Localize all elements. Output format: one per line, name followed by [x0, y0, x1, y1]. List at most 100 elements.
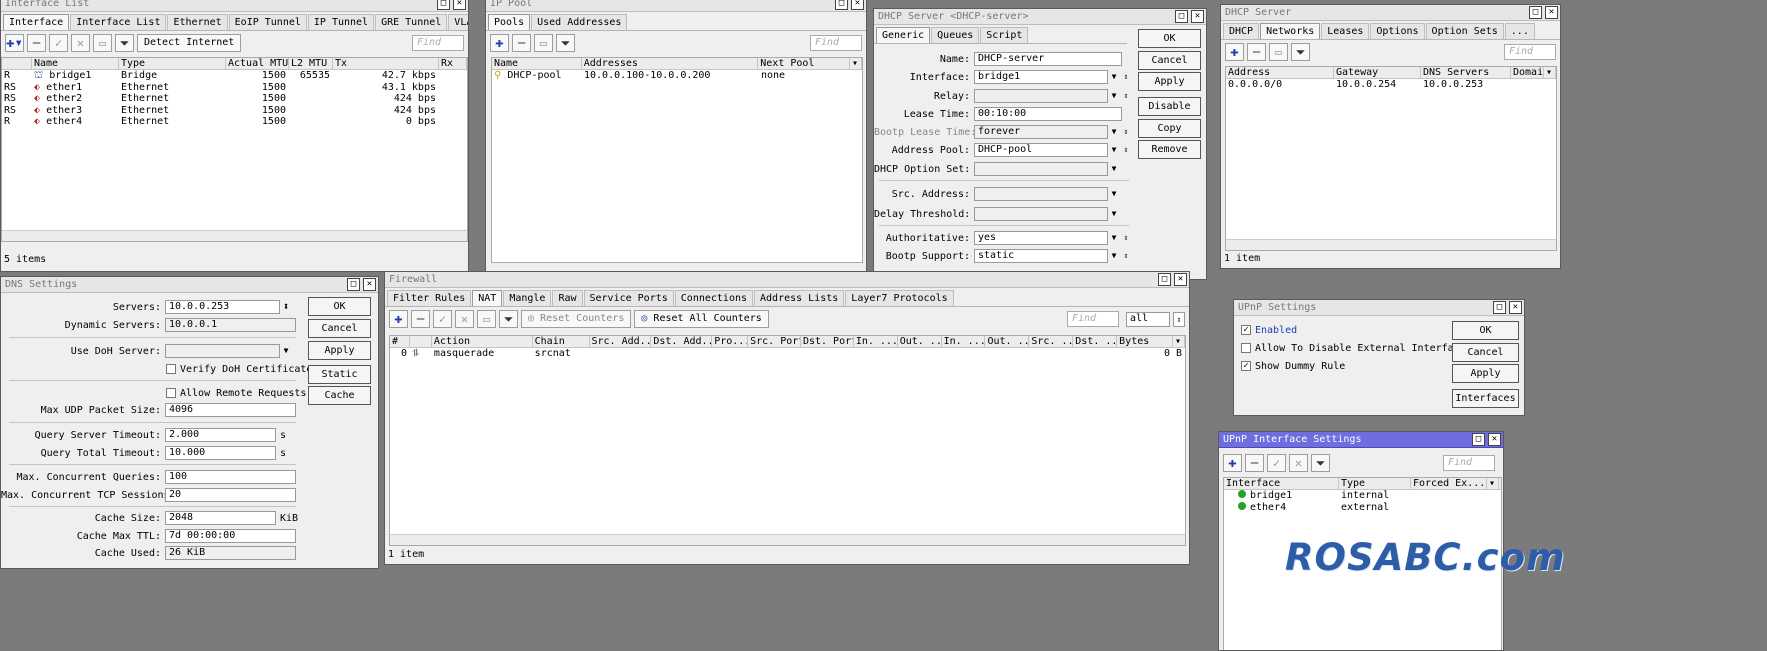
- col-flag[interactable]: [410, 336, 432, 347]
- close-icon[interactable]: ✕: [1174, 273, 1187, 286]
- disable-button[interactable]: ✕: [1289, 454, 1308, 472]
- disable-button[interactable]: ✕: [71, 34, 90, 52]
- dropdown-icon[interactable]: ▼: [1108, 162, 1120, 176]
- col-dst-port[interactable]: Dst. Port: [801, 336, 854, 347]
- add-button[interactable]: ✚: [389, 310, 408, 328]
- col-bytes[interactable]: Bytes: [1117, 336, 1174, 347]
- tab-script[interactable]: Script: [980, 27, 1029, 43]
- col-action[interactable]: Action: [432, 336, 533, 347]
- firewall-titlebar[interactable]: Firewall □ ✕: [385, 272, 1189, 288]
- apply-button[interactable]: Apply: [1452, 364, 1519, 383]
- src-address-field[interactable]: [974, 187, 1108, 201]
- close-icon[interactable]: ✕: [1488, 433, 1501, 446]
- dns-titlebar[interactable]: DNS Settings □ ✕: [1, 277, 378, 293]
- updown-icon[interactable]: ⇕: [1120, 125, 1132, 139]
- tab-queues[interactable]: Queues: [931, 27, 980, 43]
- find-input[interactable]: Find: [412, 35, 464, 51]
- tab-leases[interactable]: Leases: [1321, 23, 1370, 39]
- dropdown-icon[interactable]: ⇕: [1173, 311, 1185, 327]
- dhcp-server-titlebar[interactable]: DHCP Server □ ✕: [1221, 5, 1560, 21]
- tab-connections[interactable]: Connections: [674, 290, 754, 306]
- table-row[interactable]: bridge1 internal: [1224, 490, 1501, 502]
- tab-service-ports[interactable]: Service Ports: [583, 290, 674, 306]
- apply-button[interactable]: Apply: [1138, 72, 1201, 91]
- col-flag[interactable]: [2, 58, 32, 69]
- col-name[interactable]: Name: [492, 58, 582, 69]
- col-src-address[interactable]: Src. Add...: [590, 336, 652, 347]
- query-total-timeout-field[interactable]: 10.000: [165, 446, 276, 460]
- col-chain[interactable]: Chain: [533, 336, 590, 347]
- filter-icon[interactable]: ⏷: [556, 34, 575, 52]
- dropdown-icon[interactable]: ▼: [1108, 89, 1120, 103]
- maximize-icon[interactable]: □: [1175, 10, 1188, 23]
- maximize-icon[interactable]: □: [1529, 6, 1542, 19]
- updown-icon[interactable]: ⇕: [1120, 70, 1132, 84]
- tab-eoip[interactable]: EoIP Tunnel: [228, 14, 307, 30]
- dropdown-icon[interactable]: ▼: [1108, 143, 1120, 157]
- maximize-icon[interactable]: □: [835, 0, 848, 10]
- col-name[interactable]: Name: [32, 58, 119, 69]
- maximize-icon[interactable]: □: [437, 0, 450, 10]
- tab-mangle[interactable]: Mangle: [503, 290, 552, 306]
- servers-field[interactable]: 10.0.0.253: [165, 300, 280, 314]
- add-button[interactable]: ✚: [1225, 43, 1244, 61]
- updown-icon[interactable]: ⇕: [1120, 231, 1132, 245]
- bootp-support-select[interactable]: static: [974, 249, 1108, 263]
- cancel-button[interactable]: Cancel: [1138, 51, 1201, 70]
- col-menu[interactable]: ▾: [1487, 478, 1499, 489]
- filter-icon[interactable]: ⏷: [1291, 43, 1310, 61]
- delay-threshold-field[interactable]: [974, 207, 1108, 221]
- authoritative-select[interactable]: yes: [974, 231, 1108, 245]
- col-forced-ext[interactable]: Forced Ex...: [1411, 478, 1487, 489]
- table-row[interactable]: 0.0.0.0/0 10.0.0.254 10.0.0.253: [1226, 79, 1556, 91]
- table-row[interactable]: RS ⬖ ether2 Ethernet 1500 424 bps: [2, 93, 467, 105]
- col-rx[interactable]: Rx: [439, 58, 467, 69]
- remove-button[interactable]: ━: [1245, 454, 1264, 472]
- maximize-icon[interactable]: □: [347, 278, 360, 291]
- interface-list-titlebar[interactable]: Interface List □ ✕: [1, 0, 468, 12]
- remove-button[interactable]: ━: [1247, 43, 1266, 61]
- interfaces-button[interactable]: Interfaces: [1452, 389, 1519, 408]
- comment-button[interactable]: ▭: [93, 34, 112, 52]
- max-tcp-sessions-field[interactable]: 20: [165, 488, 296, 502]
- find-input[interactable]: Find: [1443, 455, 1495, 471]
- col-in-iface[interactable]: In. ...: [854, 336, 898, 347]
- table-row[interactable]: ether4 external: [1224, 501, 1501, 514]
- detect-internet-button[interactable]: Detect Internet: [137, 34, 242, 52]
- static-button[interactable]: Static: [308, 365, 371, 384]
- tab-ip-tunnel[interactable]: IP Tunnel: [307, 14, 375, 30]
- add-button[interactable]: ✚▾: [5, 34, 24, 52]
- find-input[interactable]: Find: [810, 35, 862, 51]
- horizontal-scrollbar[interactable]: [1226, 239, 1556, 250]
- close-icon[interactable]: ✕: [1191, 10, 1204, 23]
- filter-icon[interactable]: ⏷: [1311, 454, 1330, 472]
- close-icon[interactable]: ✕: [363, 278, 376, 291]
- find-input[interactable]: Find: [1504, 44, 1556, 60]
- enable-button[interactable]: ✓: [49, 34, 68, 52]
- add-button[interactable]: ✚: [490, 34, 509, 52]
- col-address[interactable]: Address: [1226, 67, 1334, 78]
- tab-pools[interactable]: Pools: [488, 14, 531, 30]
- col-menu[interactable]: ▾: [1173, 336, 1185, 347]
- updown-icon[interactable]: ⬍: [280, 300, 292, 314]
- col-src-port[interactable]: Src. Port: [748, 336, 801, 347]
- col-menu[interactable]: ▾: [1544, 67, 1556, 78]
- relay-field[interactable]: [974, 89, 1108, 103]
- dropdown-icon[interactable]: ▼: [1108, 187, 1120, 201]
- cancel-button[interactable]: Cancel: [308, 319, 371, 338]
- allow-disable-checkbox[interactable]: [1241, 343, 1251, 353]
- tab-option-sets[interactable]: Option Sets: [1425, 23, 1504, 39]
- col-interface[interactable]: Interface: [1224, 478, 1339, 489]
- col-in-list[interactable]: In. ...: [942, 336, 986, 347]
- copy-button[interactable]: Copy: [1138, 119, 1201, 138]
- tab-raw[interactable]: Raw: [552, 290, 583, 306]
- close-icon[interactable]: ✕: [851, 0, 864, 10]
- upnp-titlebar[interactable]: UPnP Settings □ ✕: [1234, 300, 1524, 316]
- col-type[interactable]: Type: [1339, 478, 1411, 489]
- maximize-icon[interactable]: □: [1472, 433, 1485, 446]
- query-server-timeout-field[interactable]: 2.000: [165, 428, 276, 442]
- dummy-rule-checkbox[interactable]: ✓: [1241, 361, 1251, 371]
- lease-time-field[interactable]: 00:10:00: [974, 107, 1122, 121]
- col-num[interactable]: #: [390, 336, 410, 347]
- col-gateway[interactable]: Gateway: [1334, 67, 1421, 78]
